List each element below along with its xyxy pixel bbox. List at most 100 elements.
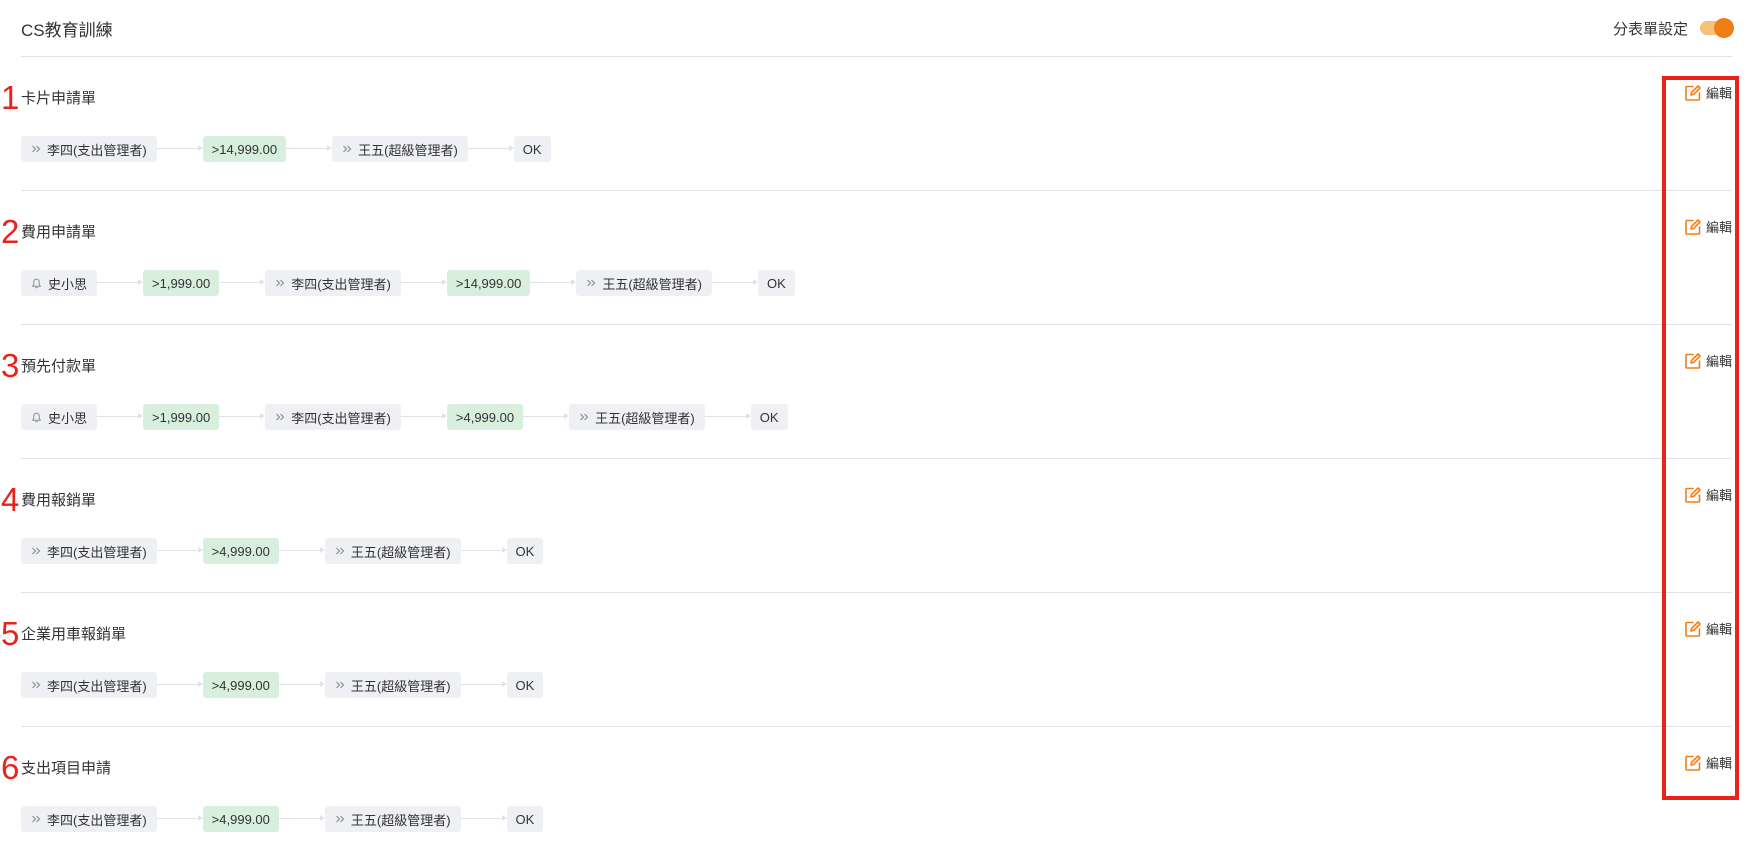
double-chevron-icon — [31, 814, 41, 824]
toggle-knob[interactable] — [1714, 18, 1734, 38]
annotation-number: 5 — [1, 615, 20, 652]
flow-connector-arrow — [156, 806, 203, 832]
edit-button[interactable]: 編輯 — [1684, 217, 1732, 236]
amount-threshold-chip: >4,999.00 — [202, 538, 279, 564]
flow-connector-arrow — [97, 270, 144, 296]
approver-chip: 王五(超級管理者) — [324, 672, 461, 698]
approval-section: 6 支出項目申請 編輯 李四(支出管理者) >4,999.00 王五(超級管理者) OK — [1, 727, 1732, 860]
toggle-label: 分表單設定 — [1612, 20, 1688, 38]
double-chevron-icon — [586, 278, 596, 288]
flow-connector-arrow — [460, 672, 507, 698]
split-form-toggle[interactable] — [1700, 18, 1734, 38]
page-title: CS教育訓練 — [21, 20, 113, 40]
chip-label: 史小思 — [48, 276, 88, 292]
annotation-number: 1 — [1, 79, 20, 116]
approval-flow-list: 1 卡片申請單 編輯 李四(支出管理者) >14,999.00 王五(超級管理者) OK 2 費… — [1, 57, 1732, 860]
ok-end-chip: OK — [750, 404, 788, 430]
edit-icon[interactable] — [1684, 486, 1702, 504]
edit-button[interactable]: 編輯 — [1684, 619, 1732, 638]
edit-label[interactable]: 編輯 — [1706, 351, 1732, 370]
bell-icon — [31, 412, 42, 423]
form-title: 卡片申請單 — [21, 90, 97, 107]
split-form-setting: 分表單設定 — [1612, 18, 1734, 39]
header-bar: CS教育訓練 分表單設定 — [21, 0, 1734, 57]
edit-label[interactable]: 編輯 — [1706, 485, 1732, 504]
chip-label: 李四(支出管理者) — [47, 812, 147, 828]
flow-connector-arrow — [286, 136, 333, 162]
flow-connector-arrow — [467, 136, 514, 162]
chip-label: >14,999.00 — [211, 141, 278, 157]
flow-connector-arrow — [278, 538, 325, 564]
chip-label: OK — [759, 409, 779, 425]
edit-icon[interactable] — [1684, 620, 1702, 638]
edit-button[interactable]: 編輯 — [1684, 83, 1732, 102]
approval-section: 5 企業用車報銷單 編輯李四(支出管理者) >4,999.00 王五(超級管理者) OK — [1, 593, 1732, 727]
amount-threshold-chip: >4,999.00 — [202, 672, 279, 698]
chip-label: 王五(超級管理者) — [358, 142, 458, 158]
ok-end-chip: OK — [506, 538, 544, 564]
edit-icon[interactable] — [1684, 754, 1702, 772]
chip-label: 王五(超級管理者) — [602, 276, 702, 292]
chip-label: >1,999.00 — [152, 275, 211, 291]
edit-label[interactable]: 編輯 — [1706, 83, 1732, 102]
flow-connector-arrow — [530, 270, 577, 296]
chip-label: 李四(支出管理者) — [47, 142, 147, 158]
amount-threshold-chip: >1,999.00 — [143, 404, 220, 430]
edit-button[interactable]: 編輯 — [1684, 351, 1732, 370]
approver-chip: 王五(超級管理者) — [324, 538, 461, 564]
flow-connector-arrow — [400, 404, 447, 430]
chip-label: 王五(超級管理者) — [595, 410, 695, 426]
flow-connector-arrow — [460, 538, 507, 564]
flow-connector-arrow — [400, 270, 447, 296]
flow-connector-arrow — [278, 672, 325, 698]
edit-button[interactable]: 編輯 — [1684, 753, 1732, 772]
chip-label: OK — [515, 811, 535, 827]
approver-chip: 李四(支出管理者) — [265, 404, 401, 430]
annotation-number: 2 — [1, 213, 20, 250]
approver-chip: 李四(支出管理者) — [21, 538, 157, 564]
flow-connector-arrow — [704, 404, 751, 430]
edit-icon[interactable] — [1684, 218, 1702, 236]
edit-label[interactable]: 編輯 — [1706, 619, 1732, 638]
ok-end-chip: OK — [758, 270, 795, 296]
form-title: 費用申請單 — [21, 224, 97, 241]
approver-chip: 李四(支出管理者) — [21, 136, 157, 162]
edit-button[interactable]: 編輯 — [1684, 485, 1732, 504]
double-chevron-icon — [579, 412, 589, 422]
double-chevron-icon — [31, 680, 41, 690]
form-title: 企業用車報銷單 — [21, 626, 127, 643]
edit-icon[interactable] — [1684, 352, 1702, 370]
chip-label: >4,999.00 — [211, 811, 270, 827]
approver-chip: 王五(超級管理者) — [569, 404, 705, 430]
approval-flow: 李四(支出管理者) >4,999.00 王五(超級管理者) OK — [21, 672, 544, 698]
edit-label[interactable]: 編輯 — [1706, 217, 1732, 236]
chip-label: OK — [767, 275, 786, 291]
approval-flow: 李四(支出管理者) >14,999.00 王五(超級管理者) OK — [21, 136, 551, 162]
approver-chip: 李四(支出管理者) — [21, 806, 157, 832]
double-chevron-icon — [31, 144, 41, 154]
chip-label: >1,999.00 — [152, 409, 211, 425]
flow-connector-arrow — [219, 404, 266, 430]
amount-threshold-chip: >1,999.00 — [143, 270, 220, 296]
approval-flow: 史小思 >1,999.00 李四(支出管理者) >14,999.00 王五(超級管理者)… — [21, 270, 795, 296]
ok-end-chip: OK — [506, 806, 544, 832]
double-chevron-icon — [31, 546, 41, 556]
chip-label: 王五(超級管理者) — [350, 544, 451, 560]
annotation-number: 3 — [1, 347, 20, 384]
annotation-number: 4 — [1, 481, 20, 518]
chip-label: 王五(超級管理者) — [350, 812, 451, 828]
approval-section: 1 卡片申請單 編輯 李四(支出管理者) >14,999.00 王五(超級管理者) OK — [1, 57, 1732, 191]
amount-threshold-chip: >14,999.00 — [446, 270, 531, 296]
approver-chip: 王五(超級管理者) — [324, 806, 461, 832]
double-chevron-icon — [335, 814, 345, 824]
double-chevron-icon — [335, 546, 345, 556]
bell-icon — [31, 278, 42, 289]
edit-icon[interactable] — [1684, 84, 1702, 102]
chip-label: 李四(支出管理者) — [291, 276, 391, 292]
edit-label[interactable]: 編輯 — [1706, 753, 1732, 772]
form-title: 預先付款單 — [21, 358, 97, 375]
flow-connector-arrow — [156, 538, 203, 564]
chip-label: 李四(支出管理者) — [47, 678, 147, 694]
chip-label: OK — [515, 677, 535, 693]
flow-connector-arrow — [278, 806, 325, 832]
